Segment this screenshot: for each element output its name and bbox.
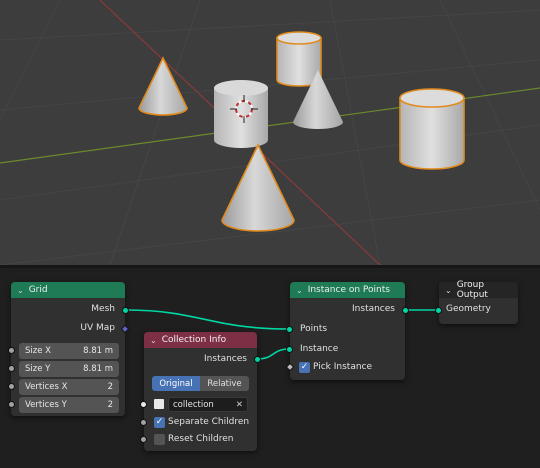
socket-label-uv-map: UV Map bbox=[80, 323, 115, 333]
collection-value: collection bbox=[173, 399, 214, 410]
node-header[interactable]: ⌄ Collection Info bbox=[144, 332, 257, 348]
socket-label-instances: Instances bbox=[204, 354, 247, 364]
reset-children-input-socket[interactable] bbox=[140, 436, 147, 443]
size-y-field[interactable]: Size Y 8.81 m bbox=[19, 361, 119, 377]
group-output-node[interactable]: ⌄ Group Output Geometry bbox=[439, 280, 518, 324]
link-instances-to-instance bbox=[256, 348, 290, 360]
node-title: Group Output bbox=[456, 280, 488, 300]
node-title: Instance on Points bbox=[307, 285, 390, 295]
reset-children-checkbox[interactable] bbox=[154, 434, 165, 445]
mesh-output-socket[interactable] bbox=[122, 307, 129, 314]
cylinder-object[interactable] bbox=[399, 88, 465, 170]
transform-space-toggle[interactable]: Original Relative bbox=[152, 376, 249, 391]
socket-label-points: Points bbox=[300, 324, 328, 334]
size-x-field[interactable]: Size X 8.81 m bbox=[19, 343, 119, 359]
chevron-down-icon[interactable]: ⌄ bbox=[296, 286, 303, 295]
socket-label-instances: Instances bbox=[352, 304, 395, 314]
chevron-down-icon[interactable]: ⌄ bbox=[150, 336, 157, 345]
node-title: Grid bbox=[28, 285, 48, 295]
instances-output-socket[interactable] bbox=[254, 356, 261, 363]
field-label: Vertices X bbox=[25, 382, 68, 392]
vertices-y-field[interactable]: Vertices Y 2 bbox=[19, 397, 119, 413]
points-input-socket[interactable] bbox=[286, 326, 293, 333]
size-y-input-socket[interactable] bbox=[8, 365, 15, 372]
field-label: Size X bbox=[25, 346, 51, 356]
field-value: 8.81 m bbox=[83, 346, 113, 356]
vertices-y-input-socket[interactable] bbox=[8, 401, 15, 408]
socket-label-instance: Instance bbox=[300, 344, 339, 354]
pick-instance-checkbox[interactable]: ✓ bbox=[299, 362, 310, 373]
field-value: 2 bbox=[107, 382, 113, 392]
cylinder-object[interactable] bbox=[214, 80, 268, 148]
grid-node[interactable]: ⌄ Grid Mesh UV Map Size X 8.81 m Size Y … bbox=[11, 282, 125, 416]
cone-object[interactable] bbox=[138, 56, 188, 116]
collection-info-node[interactable]: ⌄ Collection Info Instances Original Rel… bbox=[144, 332, 257, 451]
vertices-x-field[interactable]: Vertices X 2 bbox=[19, 379, 119, 395]
link-mesh-to-points bbox=[124, 309, 290, 330]
reset-children-label: Reset Children bbox=[168, 434, 234, 444]
close-icon[interactable]: ✕ bbox=[236, 400, 243, 410]
separate-children-checkbox[interactable]: ✓ bbox=[154, 417, 165, 428]
chevron-down-icon[interactable]: ⌄ bbox=[17, 286, 24, 295]
field-value: 2 bbox=[107, 400, 113, 410]
viewport-scene bbox=[0, 0, 540, 265]
node-header[interactable]: ⌄ Instance on Points bbox=[290, 282, 405, 298]
instance-input-socket[interactable] bbox=[286, 346, 293, 353]
field-value: 8.81 m bbox=[83, 364, 113, 374]
geometry-node-editor[interactable]: ⌄ Grid Mesh UV Map Size X 8.81 m Size Y … bbox=[0, 268, 540, 468]
3d-viewport[interactable] bbox=[0, 0, 540, 265]
geometry-input-socket[interactable] bbox=[435, 307, 442, 314]
node-title: Collection Info bbox=[161, 335, 227, 345]
size-x-input-socket[interactable] bbox=[8, 347, 15, 354]
collection-icon bbox=[154, 399, 164, 409]
separate-children-label: Separate Children bbox=[168, 417, 250, 427]
field-label: Vertices Y bbox=[25, 400, 67, 410]
collection-input-socket[interactable] bbox=[140, 401, 147, 408]
node-header[interactable]: ⌄ Grid bbox=[11, 282, 125, 298]
separate-children-input-socket[interactable] bbox=[140, 419, 147, 426]
pick-instance-label: Pick Instance bbox=[313, 362, 373, 372]
cone-object[interactable] bbox=[221, 143, 295, 232]
socket-label-mesh: Mesh bbox=[91, 304, 115, 314]
relative-option[interactable]: Relative bbox=[200, 376, 249, 391]
collection-field[interactable]: collection ✕ bbox=[168, 397, 248, 412]
vertices-x-input-socket[interactable] bbox=[8, 383, 15, 390]
instance-on-points-node[interactable]: ⌄ Instance on Points Instances Points In… bbox=[290, 282, 405, 380]
field-label: Size Y bbox=[25, 364, 51, 374]
chevron-down-icon[interactable]: ⌄ bbox=[445, 286, 452, 295]
node-header[interactable]: ⌄ Group Output bbox=[439, 280, 518, 300]
original-option[interactable]: Original bbox=[152, 376, 200, 391]
instances-output-socket[interactable] bbox=[402, 307, 409, 314]
socket-label-geometry: Geometry bbox=[446, 304, 491, 314]
